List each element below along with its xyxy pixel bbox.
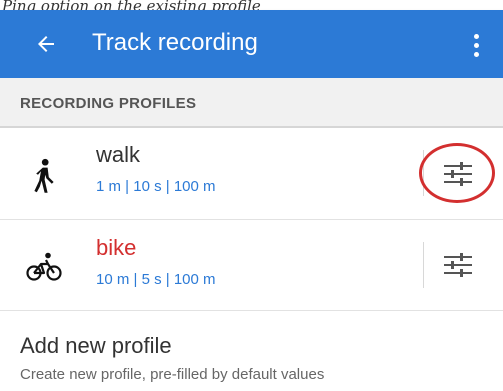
app-bar: Track recording — [0, 10, 503, 78]
section-header: RECORDING PROFILES — [0, 78, 503, 128]
profile-params: 1 m | 10 s | 100 m — [96, 178, 216, 195]
profile-row-bike[interactable]: bike 10 m | 5 s | 100 m — [0, 220, 503, 311]
profile-row-walk[interactable]: walk 1 m | 10 s | 100 m — [0, 128, 503, 220]
overflow-menu-button[interactable] — [466, 28, 486, 62]
tune-sliders-icon — [444, 253, 472, 277]
bicycle-icon — [22, 245, 66, 289]
profile-params: 10 m | 5 s | 100 m — [96, 271, 216, 288]
divider — [423, 242, 424, 288]
back-button[interactable] — [30, 26, 62, 62]
add-new-profile-item[interactable]: Add new profile Create new profile, pre-… — [0, 311, 503, 391]
section-header-label: RECORDING PROFILES — [20, 95, 197, 112]
highlight-circle — [419, 143, 495, 203]
arrow-left-icon — [38, 36, 54, 52]
profile-name: bike — [96, 235, 137, 260]
walking-person-icon — [22, 154, 66, 198]
profile-settings-button[interactable] — [440, 250, 476, 280]
add-profile-title: Add new profile — [20, 333, 172, 358]
profile-name: walk — [96, 142, 141, 167]
page-title: Track recording — [92, 29, 258, 56]
add-profile-subtitle: Create new profile, pre-filled by defaul… — [20, 366, 325, 383]
more-vertical-icon — [473, 33, 479, 39]
